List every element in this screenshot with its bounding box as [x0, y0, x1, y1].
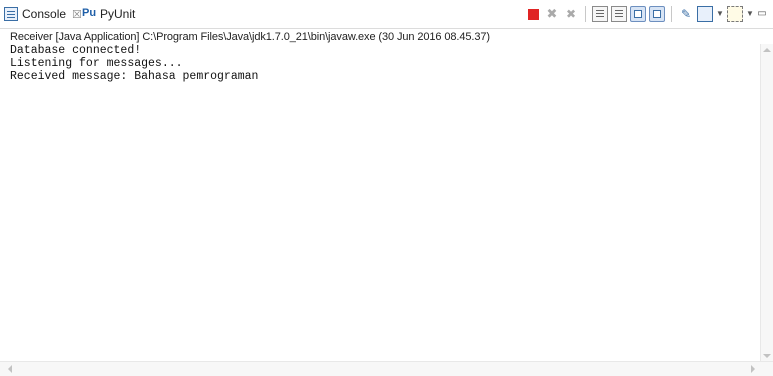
pyunit-icon: Pu	[82, 7, 97, 19]
scroll-right-icon[interactable]	[751, 365, 755, 373]
scroll-up-icon[interactable]	[763, 48, 771, 52]
terminate-icon[interactable]	[528, 8, 539, 20]
tab-pyunit-label: PyUnit	[100, 7, 136, 21]
remove-launch-icon[interactable]: ✖	[544, 6, 560, 22]
word-wrap-icon[interactable]	[630, 6, 646, 22]
scroll-lock-icon[interactable]	[611, 6, 627, 22]
scroll-left-icon[interactable]	[8, 365, 12, 373]
toolbar-separator	[671, 6, 672, 22]
console-line: Listening for messages...	[10, 57, 183, 70]
close-tab-icon[interactable]: ☒	[72, 8, 82, 21]
scroll-down-icon[interactable]	[763, 354, 771, 358]
console-line: Received message: Bahasa pemrograman	[10, 70, 259, 83]
console-output[interactable]: Database connected! Listening for messag…	[10, 44, 760, 362]
console-toolbar: ✖ ✖ ✎ ▼ ▼ ▭	[526, 6, 767, 22]
console-icon	[4, 7, 18, 21]
pin-console-icon[interactable]: ✎	[678, 6, 694, 22]
tab-pyunit[interactable]: Pu PyUnit	[82, 3, 135, 25]
view-tab-bar: Console ☒ Pu PyUnit ✖ ✖ ✎ ▼ ▼ ▭	[0, 0, 773, 29]
display-selected-console-icon[interactable]	[697, 6, 713, 22]
horizontal-scrollbar[interactable]	[0, 361, 773, 376]
remove-all-terminated-icon[interactable]: ✖	[563, 6, 579, 22]
console-line: Database connected!	[10, 44, 142, 57]
vertical-scrollbar[interactable]	[760, 44, 773, 362]
process-description: Receiver [Java Application] C:\Program F…	[10, 31, 490, 43]
open-console-icon[interactable]	[727, 6, 743, 22]
clear-console-icon[interactable]	[592, 6, 608, 22]
tab-console-label: Console	[22, 7, 67, 21]
chevron-down-icon[interactable]: ▼	[716, 6, 724, 22]
toolbar-separator	[585, 6, 586, 22]
show-console-on-output-icon[interactable]	[649, 6, 665, 22]
chevron-down-icon[interactable]: ▼	[746, 6, 754, 22]
minimize-icon[interactable]: ▭	[757, 6, 767, 22]
